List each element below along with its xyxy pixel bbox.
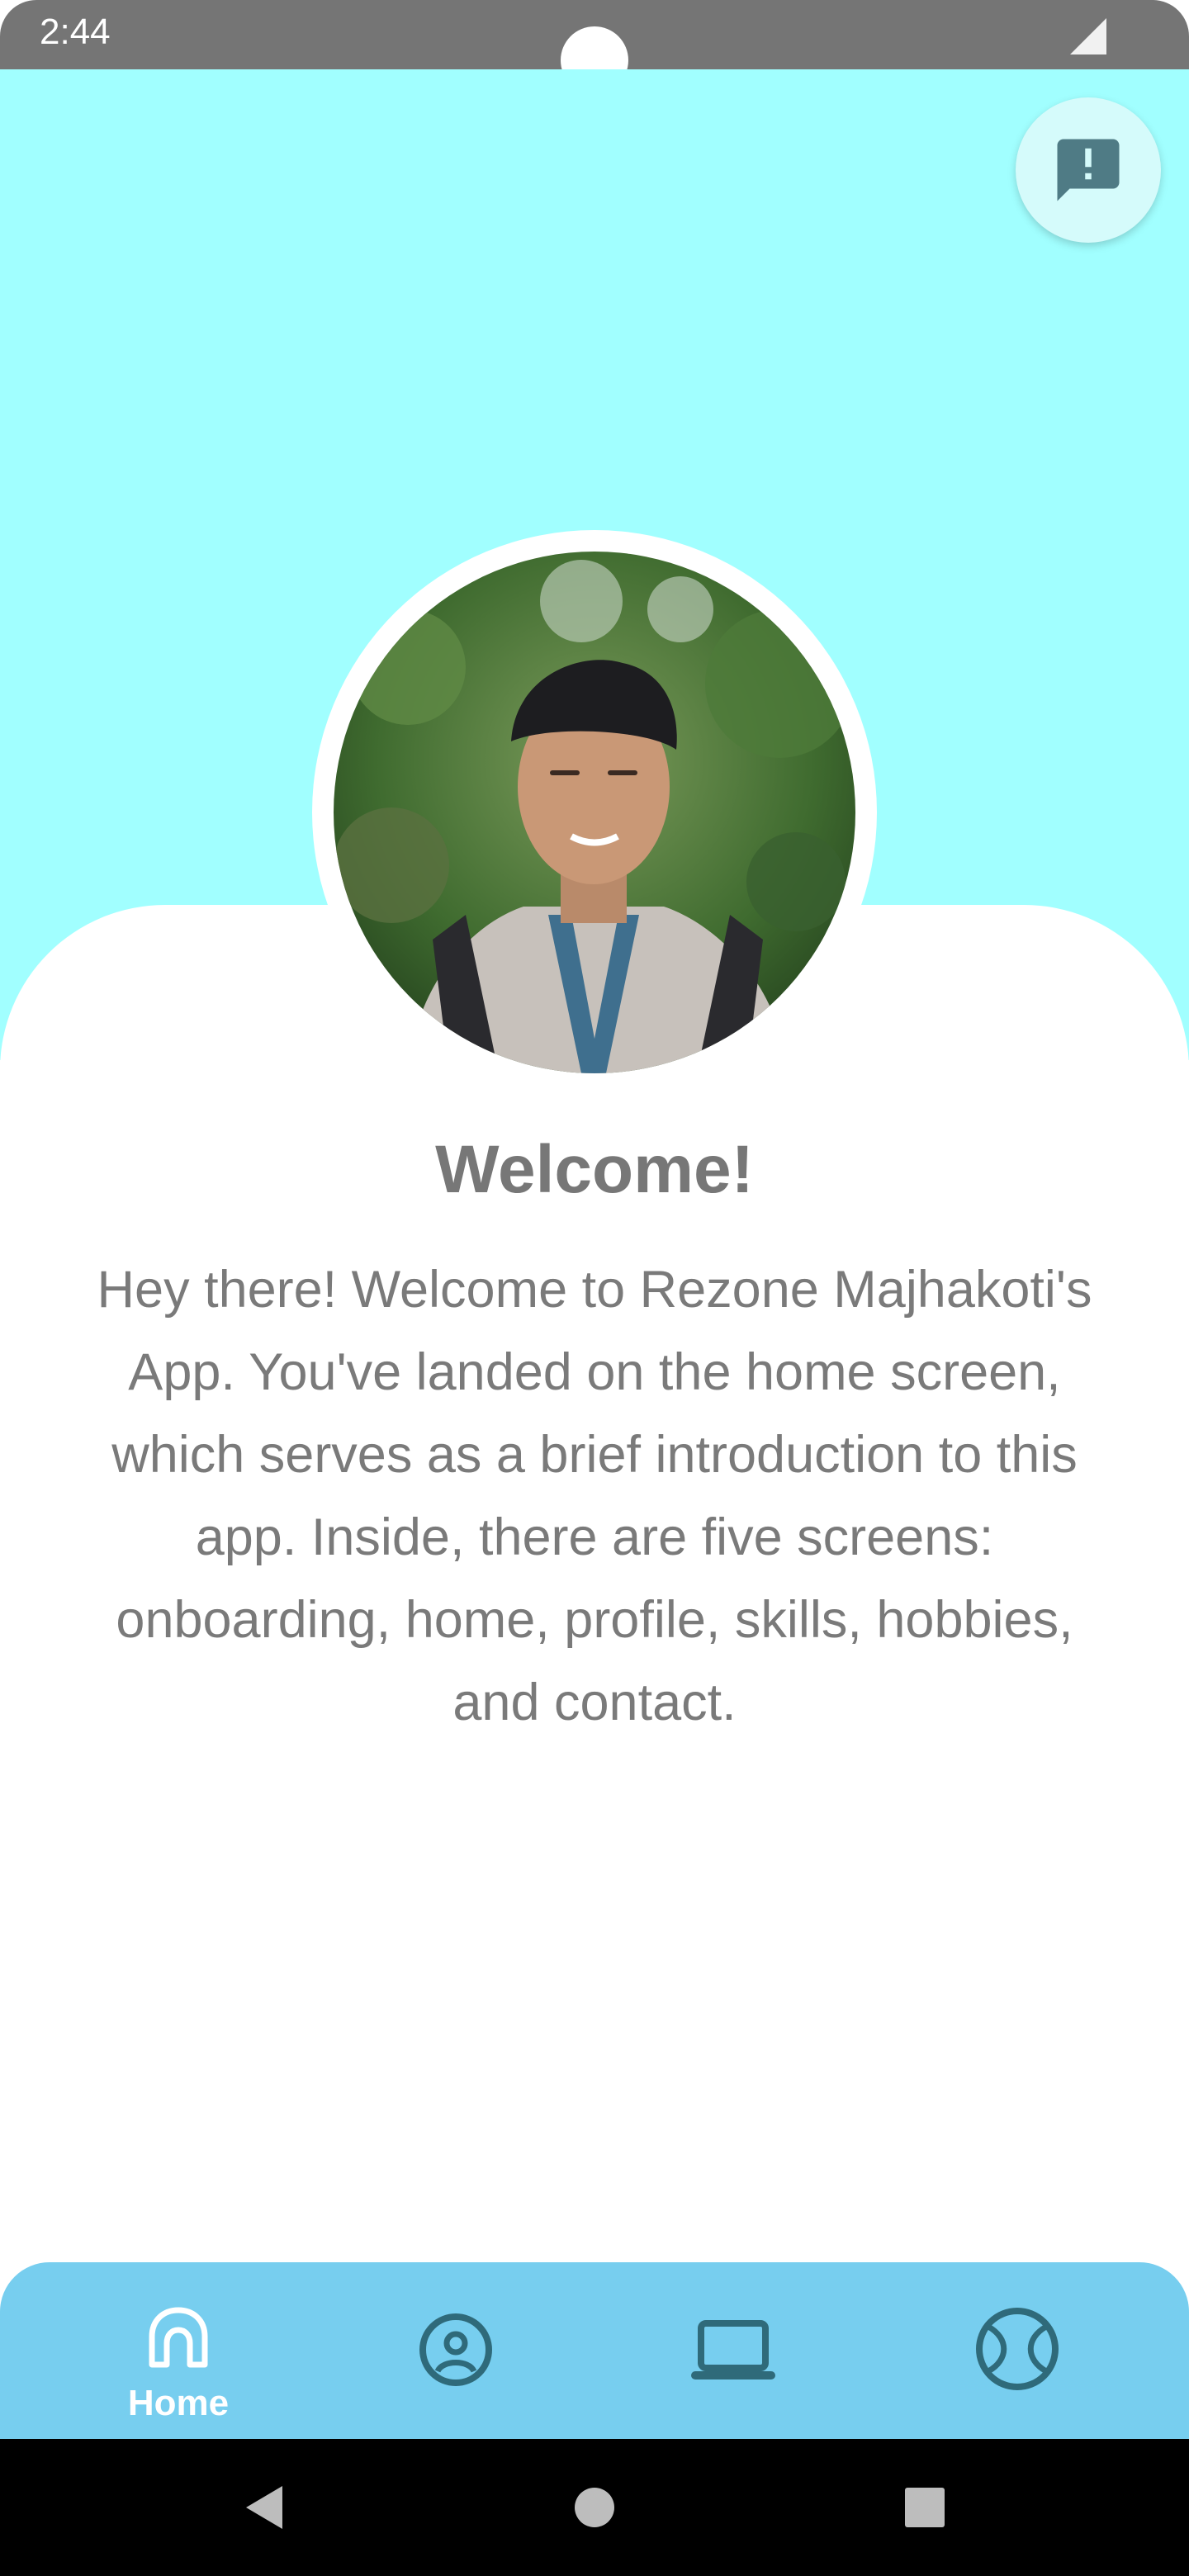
profile-icon — [419, 2313, 492, 2386]
system-nav-bar — [0, 2439, 1189, 2576]
status-time: 2:44 — [40, 12, 111, 52]
nav-item-hobbies[interactable] — [869, 2262, 1166, 2439]
back-icon — [246, 2486, 282, 2529]
feedback-icon — [1057, 139, 1120, 201]
feedback-button[interactable] — [1016, 97, 1161, 243]
home-nav-button[interactable] — [553, 2439, 636, 2576]
home-circle-icon — [575, 2488, 614, 2527]
nav-label-home: Home — [127, 2383, 230, 2423]
bottom-nav: Home — [0, 2262, 1189, 2439]
page-title: Welcome! — [435, 1132, 754, 1207]
ball-icon — [976, 2308, 1059, 2390]
profile-photo — [334, 552, 855, 1073]
nav-item-home[interactable]: Home — [30, 2262, 327, 2439]
signal-icon — [1070, 18, 1106, 54]
laptop-icon — [691, 2320, 775, 2379]
nav-item-profile[interactable] — [307, 2262, 604, 2439]
recents-button[interactable] — [883, 2439, 966, 2576]
intro-text: Hey there! Welcome to Rezone Majhakoti's… — [97, 1261, 1092, 1731]
nav-item-skills[interactable] — [585, 2262, 882, 2439]
back-button[interactable] — [223, 2439, 306, 2576]
home-icon — [149, 2307, 208, 2368]
recents-icon — [905, 2488, 945, 2527]
